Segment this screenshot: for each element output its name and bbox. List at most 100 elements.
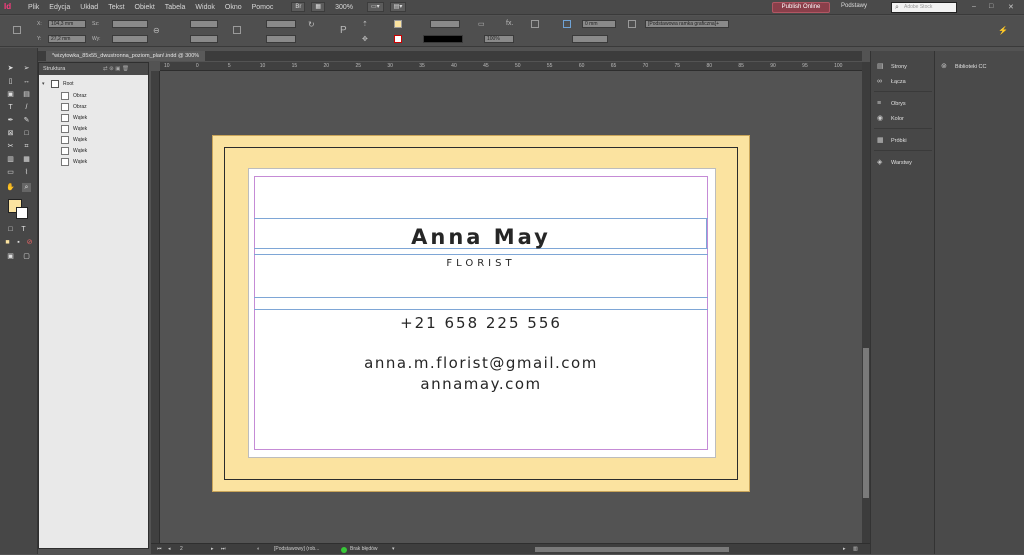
menu-file[interactable]: Plik bbox=[28, 4, 39, 11]
last-page-icon[interactable]: ⏭ bbox=[221, 544, 226, 555]
page-number-field[interactable]: 2 bbox=[180, 544, 183, 555]
pencil-tool-icon[interactable]: ✎ bbox=[22, 116, 31, 125]
rectangle-tool-icon[interactable]: □ bbox=[22, 129, 31, 138]
fill-swatch[interactable] bbox=[394, 20, 402, 28]
eyedropper-tool-icon[interactable]: ⌇ bbox=[22, 168, 31, 177]
adobe-stock-search-input[interactable]: Adobe Stock bbox=[891, 2, 957, 13]
menu-edit[interactable]: Edycja bbox=[49, 4, 70, 11]
menu-object[interactable]: Obiekt bbox=[135, 4, 155, 11]
opacity-field[interactable]: 100% bbox=[484, 35, 514, 43]
width-field[interactable] bbox=[112, 20, 148, 28]
corner-size-field[interactable]: 0 mm bbox=[582, 20, 616, 28]
document-tab[interactable]: *wizytowka_85x55_dwustronna_poziom_plan!… bbox=[46, 51, 206, 61]
previous-page-icon[interactable]: ◂ bbox=[168, 544, 171, 555]
note-tool-icon[interactable]: ▭ bbox=[6, 168, 15, 177]
preview-mode-icon[interactable]: ▢ bbox=[22, 252, 31, 261]
selection-tool-icon[interactable]: ➤ bbox=[6, 64, 15, 73]
menu-view[interactable]: Widok bbox=[195, 4, 214, 11]
card-name[interactable]: Anna May bbox=[254, 225, 708, 249]
tree-item[interactable]: Wątek bbox=[39, 135, 148, 145]
arrange-documents-button[interactable]: ▤▾ bbox=[389, 2, 407, 12]
apply-color-icon[interactable]: ■ bbox=[3, 238, 12, 247]
content-placer-icon[interactable]: ▤ bbox=[22, 90, 31, 99]
links-panel-button[interactable]: ∞ Łącza bbox=[877, 77, 906, 87]
lightning-icon[interactable]: ⚡ bbox=[998, 26, 1008, 35]
tree-item[interactable]: Wątek bbox=[39, 157, 148, 167]
guide-line[interactable] bbox=[254, 254, 708, 255]
zoom-tool-icon[interactable]: ⌕ bbox=[22, 183, 31, 192]
rotate-90-icon[interactable]: ↻ bbox=[308, 20, 315, 29]
preflight-status[interactable]: Brak błędów bbox=[350, 544, 378, 555]
preflight-menu-icon[interactable]: ▾ bbox=[392, 544, 395, 555]
stroke-panel-button[interactable]: ≡ Obrys bbox=[877, 99, 906, 109]
drop-shadow-icon[interactable]: ▭ bbox=[478, 20, 485, 28]
pages-panel-button[interactable]: ▤ Strony bbox=[877, 62, 907, 72]
tree-root[interactable]: ▾ Root bbox=[39, 79, 148, 89]
horizontal-scrollbar-thumb[interactable] bbox=[535, 547, 729, 552]
rotation-angle-field[interactable] bbox=[266, 20, 296, 28]
next-page-icon[interactable]: ▸ bbox=[211, 544, 214, 555]
y-position-field[interactable]: 27,2 mm bbox=[48, 35, 86, 43]
scroll-right-icon[interactable]: ▸ bbox=[843, 544, 846, 555]
type-tool-icon[interactable]: T bbox=[6, 103, 15, 112]
first-page-icon[interactable]: ⏮ bbox=[157, 544, 162, 555]
minimize-icon[interactable]: – bbox=[972, 3, 976, 10]
reference-point-icon[interactable] bbox=[13, 26, 21, 34]
master-page-label[interactable]: [Podstawowy] (rob... bbox=[274, 544, 319, 555]
x-position-field[interactable]: 104,3 mm bbox=[48, 20, 86, 28]
color-panel-button[interactable]: ◉ Kolor bbox=[877, 114, 904, 124]
view-options-button[interactable]: ▦ bbox=[311, 2, 326, 12]
guide-line[interactable] bbox=[254, 297, 708, 298]
formatting-container-icon[interactable]: □ bbox=[6, 225, 15, 234]
menu-help[interactable]: Pomoc bbox=[252, 4, 274, 11]
hand-tool-icon[interactable]: ✋ bbox=[6, 183, 15, 192]
flip-icon[interactable]: P bbox=[340, 25, 347, 36]
card-email[interactable]: anna.m.florist@gmail.com bbox=[254, 354, 708, 372]
scissors-tool-icon[interactable]: ✂ bbox=[6, 142, 15, 151]
cc-libraries-button[interactable]: ⊚ Biblioteki CC bbox=[941, 62, 986, 72]
menu-table[interactable]: Tabela bbox=[165, 4, 186, 11]
text-wrap-icon[interactable] bbox=[563, 20, 571, 28]
publish-online-button[interactable]: Publish Online bbox=[772, 2, 830, 13]
horizontal-ruler[interactable]: 10 0 5 10 15 20 25 30 35 40 45 50 55 60 65 70 75 80 85 90 95… bbox=[160, 62, 862, 71]
apply-gradient-icon[interactable]: ▪ bbox=[14, 238, 23, 247]
stroke-swatch[interactable] bbox=[394, 35, 402, 43]
split-view-icon[interactable]: ▥ bbox=[853, 544, 858, 555]
vertical-ruler[interactable] bbox=[151, 71, 160, 543]
stroke-type-field[interactable] bbox=[423, 35, 463, 43]
constrain-scale-icon[interactable] bbox=[233, 26, 241, 34]
corner-shape-field[interactable] bbox=[572, 35, 608, 43]
tree-item[interactable]: Wątek bbox=[39, 146, 148, 156]
select-content-icon[interactable]: ✥ bbox=[362, 35, 368, 43]
tree-item[interactable]: Obraz bbox=[39, 102, 148, 112]
expand-arrow-icon[interactable]: ▾ bbox=[42, 79, 45, 89]
page-tool-icon[interactable]: ▯ bbox=[6, 77, 15, 86]
swatches-panel-button[interactable]: ▦ Próbki bbox=[877, 136, 907, 146]
object-style-select[interactable]: [Podstawowa ramka graficzna]+ bbox=[645, 20, 729, 28]
card-phone[interactable]: +21 658 225 556 bbox=[254, 314, 708, 332]
gradient-tool-icon[interactable]: ▥ bbox=[6, 155, 15, 164]
height-field[interactable] bbox=[112, 35, 148, 43]
stroke-weight-field[interactable] bbox=[430, 20, 460, 28]
rectangle-frame-tool-icon[interactable]: ⊠ bbox=[6, 129, 15, 138]
menu-layout[interactable]: Układ bbox=[80, 4, 98, 11]
structure-panel-icons[interactable]: ⇄ ⊛ ▣ 🗑 bbox=[103, 63, 129, 75]
scale-x-field[interactable] bbox=[190, 20, 218, 28]
pen-tool-icon[interactable]: ✒ bbox=[6, 116, 15, 125]
content-collector-icon[interactable]: ▣ bbox=[6, 90, 15, 99]
menu-type[interactable]: Tekst bbox=[108, 4, 124, 11]
normal-view-icon[interactable]: ▣ bbox=[6, 252, 15, 261]
gap-tool-icon[interactable]: ↔ bbox=[22, 77, 31, 86]
direct-selection-tool-icon[interactable]: ➢ bbox=[22, 64, 31, 73]
layers-panel-button[interactable]: ◈ Warstwy bbox=[877, 158, 912, 168]
select-container-icon[interactable]: ⇡ bbox=[362, 20, 368, 28]
apply-none-icon[interactable]: ⊘ bbox=[25, 238, 34, 247]
vertical-scrollbar-thumb[interactable] bbox=[863, 348, 869, 498]
formatting-text-icon[interactable]: T bbox=[19, 225, 28, 234]
guide-line[interactable] bbox=[254, 309, 708, 310]
zoom-level[interactable]: 300% bbox=[335, 4, 353, 11]
close-icon[interactable]: ✕ bbox=[1008, 3, 1014, 11]
guide-line[interactable] bbox=[254, 218, 708, 219]
bridge-button[interactable]: Br bbox=[291, 2, 306, 12]
card-role[interactable]: FLORIST bbox=[254, 258, 708, 269]
